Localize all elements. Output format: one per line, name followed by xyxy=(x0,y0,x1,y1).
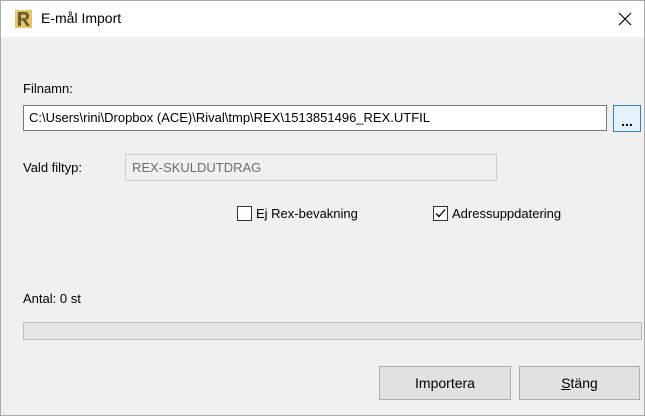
close-icon xyxy=(618,12,632,26)
app-logo-icon xyxy=(15,10,32,28)
close-button-label: täng xyxy=(570,375,598,391)
import-progress-bar xyxy=(23,322,642,340)
title-bar[interactable]: E-mål Import xyxy=(1,1,644,37)
close-window-button[interactable] xyxy=(610,5,640,33)
adressuppdatering-label: Adressuppdatering xyxy=(452,206,562,221)
filetype-label: Vald filtyp: xyxy=(23,160,83,175)
import-button[interactable]: Importera xyxy=(379,366,511,400)
window-title: E-mål Import xyxy=(41,10,122,26)
count-label: Antal: 0 st xyxy=(23,291,81,306)
checkbox-box-checked[interactable] xyxy=(433,206,448,221)
filetype-field: REX-SKULDUTDRAG xyxy=(125,154,497,181)
ej-rex-bevakning-checkbox[interactable]: Ej Rex-bevakning xyxy=(237,206,358,221)
browse-button[interactable]: ... xyxy=(613,105,641,132)
import-dialog: E-mål Import Filnamn: C:\Users\rini\Drop… xyxy=(0,0,645,416)
checkbox-box[interactable] xyxy=(237,206,252,221)
close-mnemonic: S xyxy=(561,375,571,391)
ej-rex-bevakning-label: Ej Rex-bevakning xyxy=(256,206,358,221)
checkmark-icon xyxy=(435,209,446,218)
close-button[interactable]: Stäng xyxy=(519,366,640,400)
adressuppdatering-checkbox[interactable]: Adressuppdatering xyxy=(433,206,561,221)
filename-input[interactable]: C:\Users\rini\Dropbox (ACE)\Rival\tmp\RE… xyxy=(23,105,607,131)
filename-label: Filnamn: xyxy=(23,81,73,96)
